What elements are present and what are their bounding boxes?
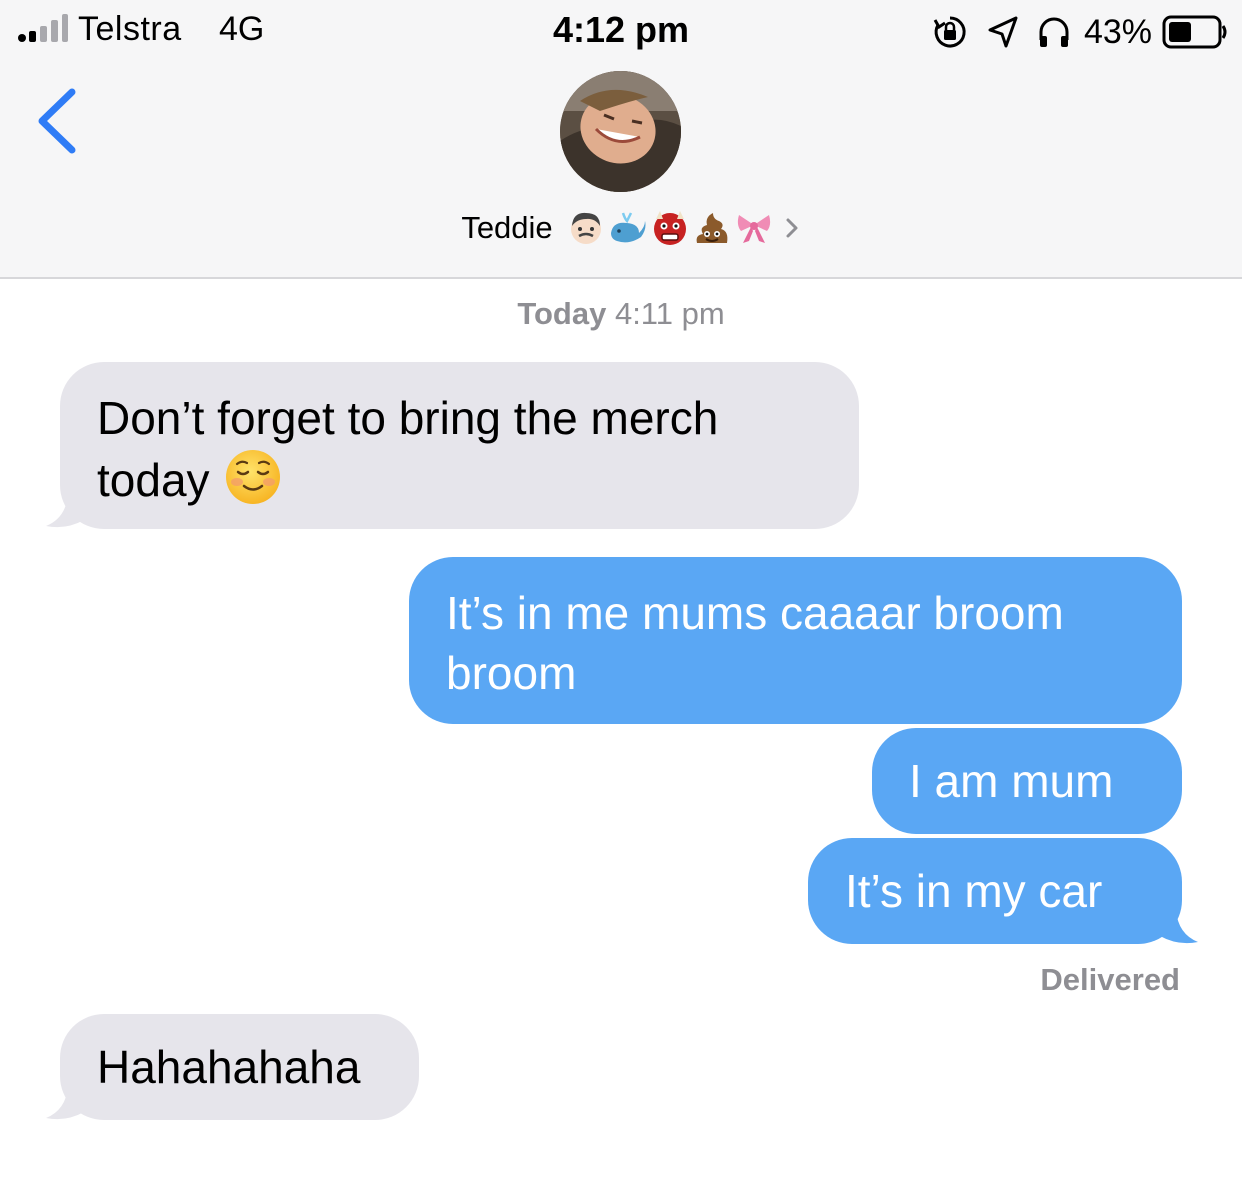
message-text: today xyxy=(97,454,210,506)
message-timestamp: Today 4:11 pm xyxy=(0,296,1242,332)
status-icons: 43% xyxy=(932,12,1228,52)
rotation-lock-icon xyxy=(933,16,966,48)
headphones-icon xyxy=(1039,17,1069,47)
relieved-smiling-face-emoji-icon xyxy=(225,450,280,504)
poop-emoji-icon xyxy=(696,213,728,243)
delivery-status: Delivered xyxy=(1040,962,1180,997)
message-text-line: It’s in me mums caaaar broom xyxy=(446,587,1064,639)
message-bubble-outgoing[interactable]: I am mum xyxy=(872,728,1182,834)
ribbon-emoji-icon xyxy=(737,215,770,243)
back-chevron-icon[interactable] xyxy=(30,86,90,156)
location-arrow-icon xyxy=(988,16,1018,48)
timestamp-time: 4:11 pm xyxy=(614,296,725,331)
message-text: I am mum xyxy=(909,755,1114,807)
message-text-line: today xyxy=(97,448,823,510)
status-bar: Telstra 4G 4:12 pm 43% xyxy=(0,0,1242,62)
ogre-emoji-icon xyxy=(653,211,686,245)
contact-avatar[interactable] xyxy=(560,71,681,192)
contact-name: Teddie xyxy=(461,210,553,245)
message-bubble-outgoing[interactable]: It’s in my car xyxy=(808,838,1182,944)
message-bubble-incoming[interactable]: Hahahahaha xyxy=(60,1014,419,1120)
battery-percentage: 43% xyxy=(1083,12,1152,51)
chevron-right-icon[interactable] xyxy=(783,213,803,243)
message-text-line: Don’t forget to bring the merch xyxy=(97,392,719,444)
message-text: Hahahahaha xyxy=(97,1041,361,1093)
message-text-line: broom xyxy=(446,647,577,699)
message-bubble-outgoing[interactable]: It’s in me mums caaaar broom broom xyxy=(409,557,1182,724)
battery-icon xyxy=(1162,15,1227,49)
contact-name-row[interactable]: Teddie xyxy=(0,206,1242,250)
message-text: It’s in my car xyxy=(845,865,1103,917)
man-emoji-icon xyxy=(570,212,601,244)
whale-emoji-icon xyxy=(610,212,646,243)
conversation-header: Telstra 4G 4:12 pm 43% Teddie xyxy=(0,0,1242,279)
message-bubble-incoming[interactable]: Don’t forget to bring the merch today xyxy=(60,362,859,529)
timestamp-day: Today xyxy=(517,296,607,331)
